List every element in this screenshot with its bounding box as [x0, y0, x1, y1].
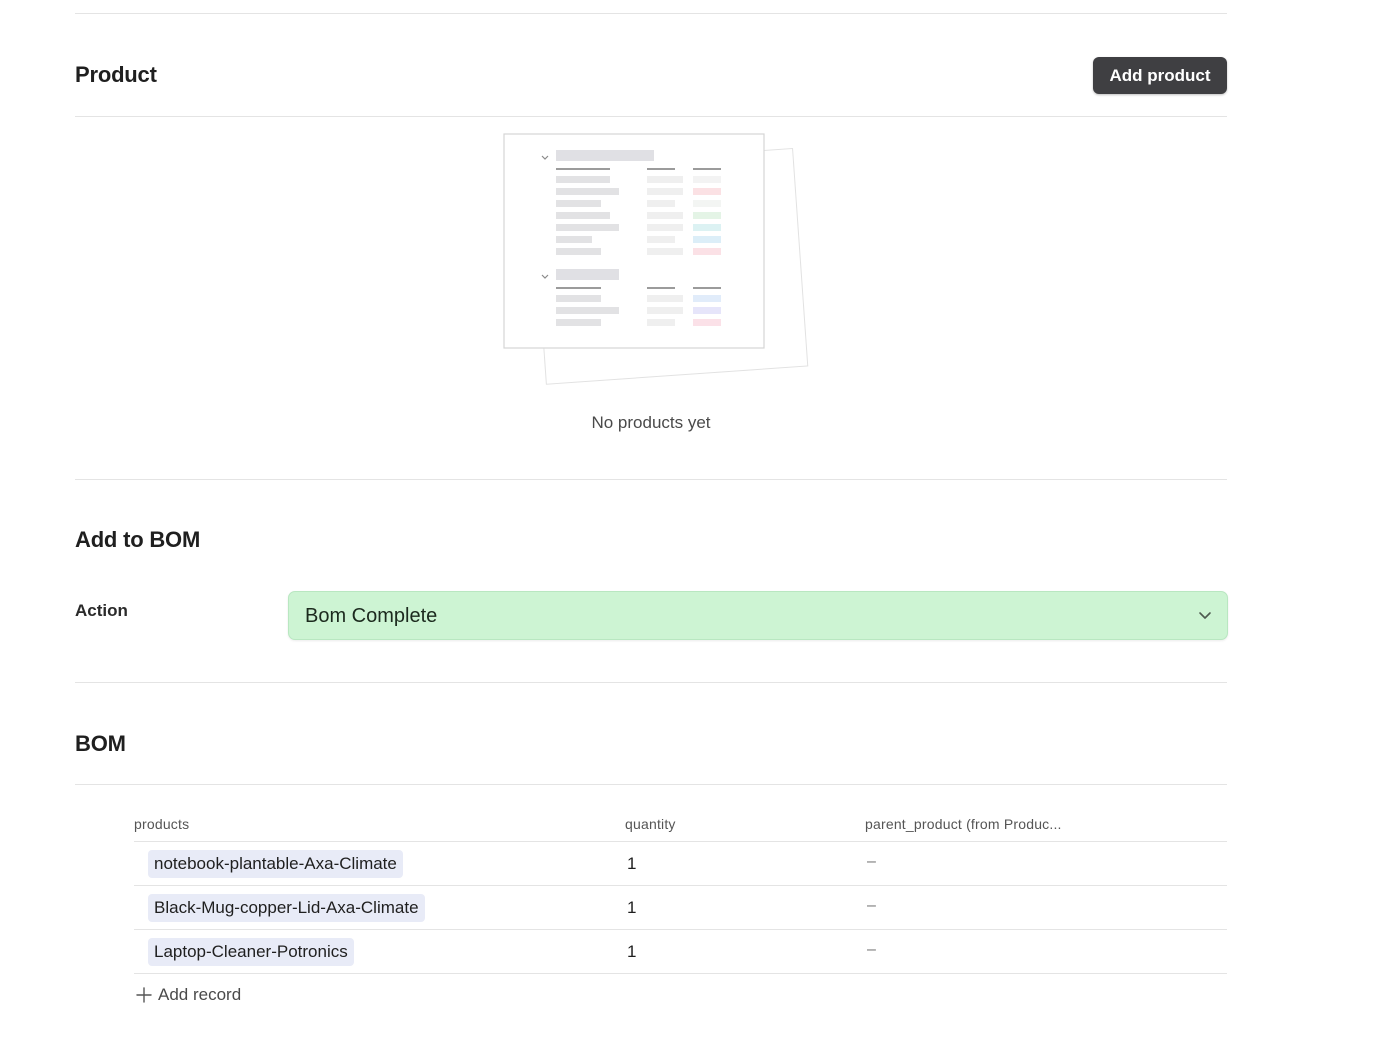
action-select[interactable]: Bom Complete: [288, 591, 1228, 640]
empty-table-illustration-icon: [503, 133, 809, 385]
table-header: products quantity parent_product (from P…: [134, 810, 1227, 842]
product-chip[interactable]: notebook-plantable-Axa-Climate: [148, 850, 403, 878]
add-record-label: Add record: [158, 985, 242, 1004]
action-field-label: Action: [75, 601, 128, 620]
table-row[interactable]: Black-Mug-copper-Lid-Axa-Climate 1 –: [134, 886, 1227, 930]
bom-table: products quantity parent_product (from P…: [134, 810, 1227, 974]
product-section-title: Product: [75, 62, 157, 87]
table-row[interactable]: Laptop-Cleaner-Potronics 1 –: [134, 930, 1227, 974]
quantity-cell[interactable]: 1: [627, 854, 636, 874]
column-header-products[interactable]: products: [134, 816, 189, 832]
divider: [75, 13, 1227, 14]
empty-state-text: No products yet: [591, 413, 711, 432]
divider: [75, 784, 1227, 785]
divider: [75, 479, 1227, 480]
table-row[interactable]: notebook-plantable-Axa-Climate 1 –: [134, 842, 1227, 886]
parent-product-cell[interactable]: –: [867, 853, 876, 871]
parent-product-cell[interactable]: –: [867, 941, 876, 959]
add-product-button[interactable]: Add product: [1093, 57, 1227, 94]
product-chip[interactable]: Black-Mug-copper-Lid-Axa-Climate: [148, 894, 425, 922]
product-chip[interactable]: Laptop-Cleaner-Potronics: [148, 938, 354, 966]
divider: [75, 116, 1227, 117]
plus-icon: [136, 987, 152, 1003]
column-header-quantity[interactable]: quantity: [625, 816, 676, 832]
quantity-cell[interactable]: 1: [627, 942, 636, 962]
add-record-button[interactable]: Add record: [136, 984, 241, 1006]
divider: [75, 682, 1227, 683]
add-to-bom-section-title: Add to BOM: [75, 527, 201, 552]
chevron-down-icon: [1199, 612, 1211, 619]
column-header-parent-product[interactable]: parent_product (from Produc...: [865, 816, 1062, 832]
parent-product-cell[interactable]: –: [867, 897, 876, 915]
action-select-value: Bom Complete: [305, 605, 438, 627]
page: Product Add product No products yet Add …: [0, 0, 1384, 1054]
bom-section-title: BOM: [75, 731, 126, 756]
quantity-cell[interactable]: 1: [627, 898, 636, 918]
